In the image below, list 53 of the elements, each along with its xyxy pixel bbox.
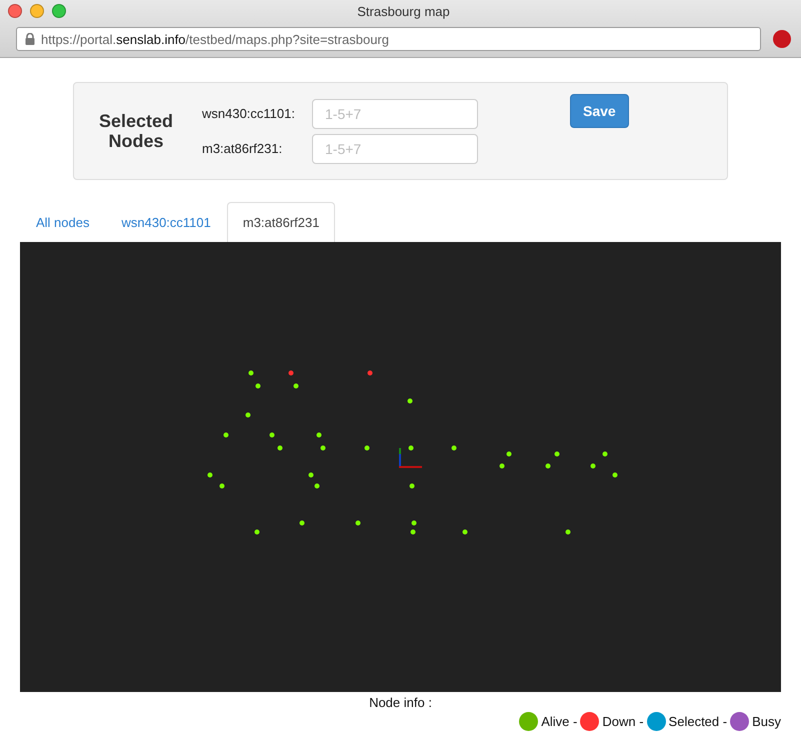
input-field[interactable]: 1-5+7 — [312, 98, 478, 128]
node-dot[interactable] — [220, 484, 224, 488]
node-dot[interactable] — [246, 412, 250, 418]
node-dot[interactable] — [316, 432, 322, 438]
node-dot[interactable] — [500, 464, 504, 468]
node-dot[interactable] — [546, 464, 550, 468]
legend-label: Selected - — [668, 714, 728, 729]
node-dot[interactable] — [368, 370, 372, 376]
node-dot[interactable] — [612, 472, 618, 478]
node-dot[interactable] — [314, 484, 320, 488]
node-dot[interactable] — [452, 446, 456, 450]
node-dot[interactable] — [408, 446, 414, 450]
node-dot[interactable] — [356, 520, 360, 526]
node-dot[interactable] — [300, 520, 304, 526]
save-button[interactable]: Save — [570, 94, 629, 128]
node-dot[interactable] — [412, 520, 416, 526]
node-dot[interactable] — [208, 472, 212, 478]
field-label: m3:at86rf231: — [202, 141, 284, 156]
input-field[interactable]: 1-5+7 — [312, 134, 478, 164]
panel-heading: Selected Nodes — [98, 111, 174, 151]
legend-label: Down - — [602, 714, 644, 729]
node-dot[interactable] — [224, 432, 228, 438]
node-dot[interactable] — [248, 370, 254, 376]
legend-title: Node info : — [369, 695, 432, 710]
url-text: https://portal.senslab.info/testbed/maps.php?site=strasbourg — [41, 32, 389, 46]
node-dot[interactable] — [364, 446, 370, 450]
close-icon[interactable] — [8, 4, 22, 18]
address-field[interactable]: https://portal.senslab.info/testbed/maps.php?site=strasbourg — [16, 27, 761, 51]
node-dot[interactable] — [320, 446, 326, 450]
node-dot[interactable] — [462, 530, 468, 534]
field-label: wsn430:cc1101: — [202, 106, 296, 121]
node-dot[interactable] — [294, 384, 298, 388]
lock-icon — [25, 33, 35, 45]
legend-label: Busy — [752, 714, 781, 729]
node-dot[interactable] — [566, 530, 570, 534]
node-dot[interactable] — [288, 370, 294, 376]
node-dot[interactable] — [554, 452, 560, 456]
tab[interactable]: m3:at86rf231 — [226, 202, 336, 242]
legend-label: Alive - — [541, 714, 578, 729]
window-title: Strasbourg map — [357, 4, 451, 18]
node-dot[interactable] — [408, 398, 412, 404]
node-dot[interactable] — [410, 484, 414, 488]
node-dot[interactable] — [410, 530, 416, 534]
node-dot[interactable] — [602, 452, 608, 456]
node-dot[interactable] — [506, 452, 512, 456]
node-dot[interactable] — [270, 432, 274, 438]
node-dot[interactable] — [308, 472, 314, 478]
node-dot[interactable] — [256, 384, 260, 388]
node-dot[interactable] — [278, 446, 282, 450]
zoom-icon[interactable] — [52, 4, 66, 18]
node-dot[interactable] — [254, 530, 260, 534]
node-dot[interactable] — [590, 464, 596, 468]
axes-icon — [399, 448, 423, 468]
